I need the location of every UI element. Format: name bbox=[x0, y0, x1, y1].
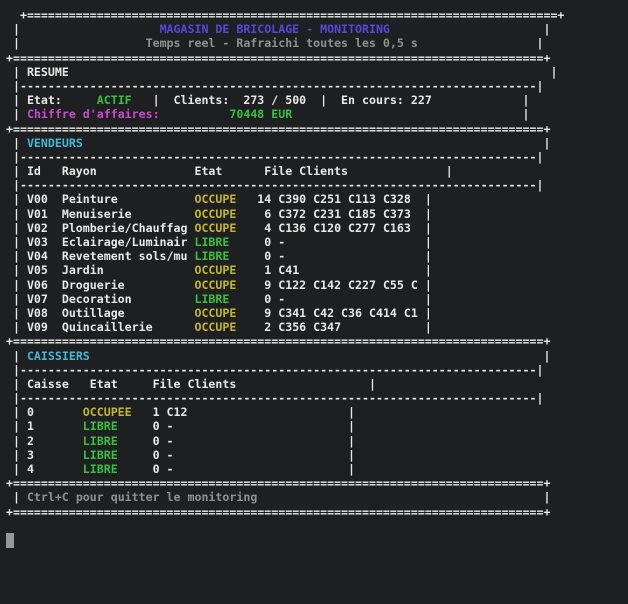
vendeur-row-V01: | V01 Menuiserie OCCUPE 6 C372 C231 C185… bbox=[6, 206, 432, 221]
app-subtitle-line: | Temps reel - Rafraichi toutes les 0,5 … bbox=[6, 36, 544, 51]
header-top-border: +=======================================… bbox=[6, 8, 565, 22]
resume-stats-line: | Etat: ACTIF | Clients: 273 / 500 | En … bbox=[6, 93, 530, 108]
caissiers-separator-2: |---------------------------------------… bbox=[6, 391, 544, 406]
caissier-row-1: | 1 LIBRE 0 - | bbox=[6, 419, 356, 434]
vendeur-row-V08: | V08 Outillage OCCUPE 9 C341 C42 C36 C4… bbox=[6, 305, 432, 320]
vendeurs-title-line: | VENDEURS | bbox=[6, 135, 551, 150]
caissiers-title-line: | CAISSIERS | bbox=[6, 348, 551, 363]
resume-ca-line: | Chiffre d'affaires: 70448 EUR | bbox=[6, 107, 530, 122]
vendeurs-border: +=======================================… bbox=[6, 121, 551, 136]
caissiers-separator-1: |---------------------------------------… bbox=[6, 362, 544, 377]
vendeur-row-V06: | V06 Droguerie OCCUPE 9 C122 C142 C227 … bbox=[6, 277, 432, 292]
terminal-window[interactable]: +=======================================… bbox=[0, 0, 628, 604]
terminal-cursor bbox=[6, 532, 14, 548]
resume-border: +=======================================… bbox=[6, 50, 551, 65]
caissiers-header-line: | Caisse Etat File Clients | bbox=[6, 376, 376, 391]
terminal-output: +=======================================… bbox=[0, 0, 628, 548]
resume-title-line: | RESUME | bbox=[6, 64, 558, 79]
caissier-row-2: | 2 LIBRE 0 - | bbox=[6, 433, 356, 448]
vendeurs-header-line: | Id Rayon Etat File Clients | bbox=[6, 164, 453, 179]
cursor-line bbox=[6, 532, 628, 548]
footer-border: +=======================================… bbox=[6, 504, 551, 519]
vendeurs-separator-1: |---------------------------------------… bbox=[6, 149, 544, 164]
footer-border-top: +=======================================… bbox=[6, 476, 551, 491]
vendeur-row-V03: | V03 Eclairage/Luminair LIBRE 0 - | bbox=[6, 235, 432, 249]
caissiers-border: +=======================================… bbox=[6, 334, 551, 349]
vendeurs-separator-2: |---------------------------------------… bbox=[6, 178, 544, 193]
caissier-row-0: | 0 OCCUPEE 1 C12 | bbox=[6, 405, 356, 420]
app-title-line: | MAGASIN DE BRICOLAGE - MONITORING | bbox=[6, 22, 551, 37]
vendeur-row-V07: | V07 Decoration LIBRE 0 - | bbox=[6, 291, 432, 306]
vendeur-row-V00: | V00 Peinture OCCUPE 14 C390 C251 C113 … bbox=[6, 192, 432, 207]
vendeur-row-V09: | V09 Quincaillerie OCCUPE 2 C356 C347 | bbox=[6, 320, 432, 335]
vendeur-row-V02: | V02 Plomberie/Chauffag OCCUPE 4 C136 C… bbox=[6, 220, 432, 235]
caissier-row-3: | 3 LIBRE 0 - | bbox=[6, 447, 356, 462]
caissier-row-4: | 4 LIBRE 0 - | bbox=[6, 462, 356, 476]
footer-hint-line: | Ctrl+C pour quitter le monitoring | bbox=[6, 490, 551, 505]
resume-separator: |---------------------------------------… bbox=[6, 78, 544, 93]
vendeur-row-V04: | V04 Revetement sols/mu LIBRE 0 - | bbox=[6, 249, 432, 264]
vendeur-row-V05: | V05 Jardin OCCUPE 1 C41 | bbox=[6, 263, 432, 278]
